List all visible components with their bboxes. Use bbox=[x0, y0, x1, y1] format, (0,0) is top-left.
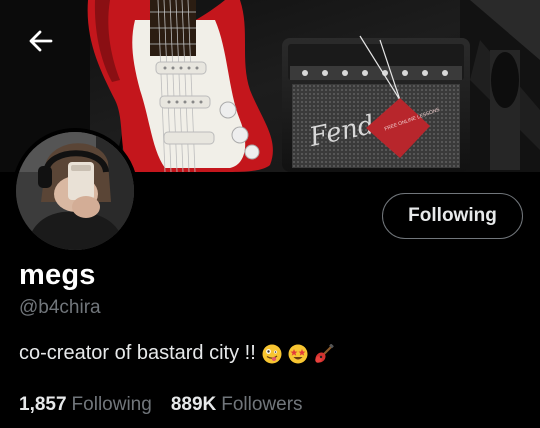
bio-text: co-creator of bastard city !! bbox=[19, 342, 256, 364]
followers-count: 889K bbox=[170, 394, 217, 415]
display-name: megs bbox=[19, 259, 96, 291]
star-struck-face-emoji bbox=[288, 344, 308, 363]
following-label: Following bbox=[71, 394, 152, 415]
follow-stats: 1,857 Following 889K Followers bbox=[19, 394, 303, 416]
zany-face-emoji bbox=[262, 344, 282, 363]
following-count: 1,857 bbox=[19, 394, 67, 415]
user-handle: @b4chira bbox=[19, 297, 101, 318]
avatar-image bbox=[16, 132, 134, 250]
profile-bio: co-creator of bastard city !! bbox=[19, 342, 334, 365]
followers-stat-link[interactable]: 889K Followers bbox=[171, 394, 303, 416]
guitar-emoji bbox=[315, 343, 334, 363]
avatar[interactable] bbox=[12, 128, 138, 254]
profile-page: Fender FREE ONLINE LESSONS Following meg… bbox=[0, 0, 540, 428]
followers-label: Followers bbox=[221, 394, 303, 415]
back-button[interactable] bbox=[22, 22, 60, 60]
following-button[interactable]: Following bbox=[382, 193, 523, 239]
following-stat-link[interactable]: 1,857 Following bbox=[19, 394, 152, 416]
arrow-left-icon bbox=[29, 30, 53, 52]
